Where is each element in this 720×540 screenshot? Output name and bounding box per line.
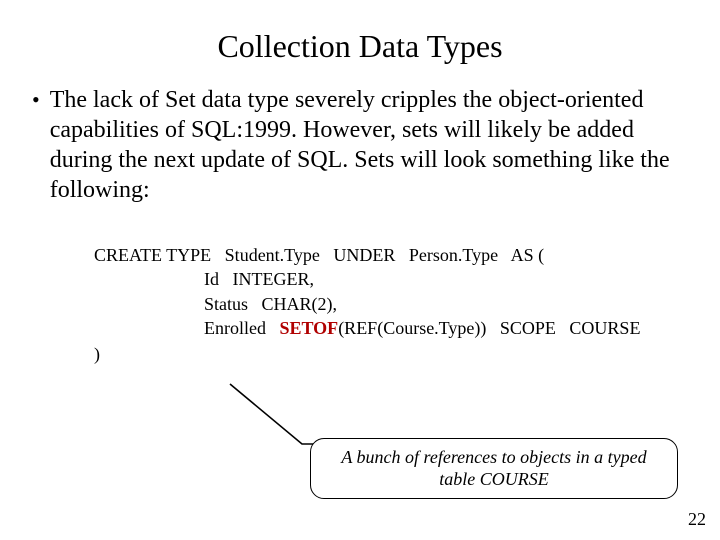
code-line-4: Enrolled SETOF(REF(Course.Type)) SCOPE C…	[94, 316, 692, 340]
slide: Collection Data Types • The lack of Set …	[0, 0, 720, 540]
callout-box: A bunch of references to objects in a ty…	[310, 438, 678, 499]
code-close-paren: )	[94, 344, 692, 365]
code-line-2: Id INTEGER,	[94, 267, 692, 291]
bullet-text: The lack of Set data type severely cripp…	[50, 85, 684, 205]
slide-title: Collection Data Types	[28, 28, 692, 65]
bullet-item: • The lack of Set data type severely cri…	[32, 85, 684, 205]
code-line-3: Status CHAR(2),	[94, 292, 692, 316]
bullet-marker: •	[32, 86, 40, 114]
code-l4-pre: Enrolled	[204, 318, 279, 338]
callout-line-1: A bunch of references to objects in a ty…	[323, 447, 665, 469]
callout-course: COURSE	[480, 469, 549, 489]
code-l4-post: (REF(Course.Type)) SCOPE COURSE	[338, 318, 640, 338]
callout-line-2: table COURSE	[323, 469, 665, 491]
code-l4-setof: SETOF	[279, 318, 338, 338]
code-line-1: CREATE TYPE Student.Type UNDER Person.Ty…	[94, 243, 692, 267]
code-block: CREATE TYPE Student.Type UNDER Person.Ty…	[94, 243, 692, 340]
page-number: 22	[688, 509, 706, 530]
